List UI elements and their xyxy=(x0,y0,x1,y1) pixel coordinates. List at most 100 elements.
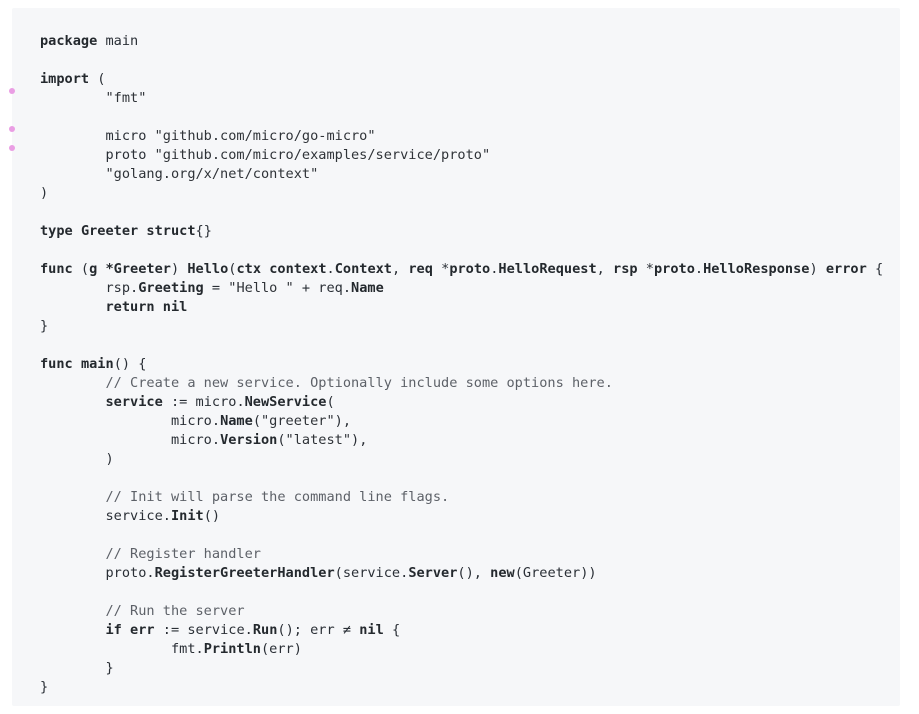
code-text: ( xyxy=(252,413,261,429)
code-text: micro. xyxy=(40,413,221,429)
code-identifier: Run xyxy=(252,622,278,638)
code-text: (), xyxy=(457,565,491,581)
code-comment: // Create a new service. Optionally incl… xyxy=(40,375,613,391)
code-keyword: if xyxy=(105,622,122,638)
code-text: , xyxy=(596,261,614,277)
code-line: "fmt" xyxy=(40,89,883,108)
code-string: "github.com/micro/examples/service/proto… xyxy=(154,147,491,163)
code-identifier: context xyxy=(269,261,327,277)
code-comment: // Run the server xyxy=(40,603,245,619)
code-identifier: main xyxy=(80,356,114,372)
code-line: return nil xyxy=(40,298,883,317)
code-text: ), xyxy=(351,432,368,448)
code-string: "latest" xyxy=(285,432,352,448)
line-marker-dot xyxy=(9,125,15,132)
code-identifier: proto xyxy=(653,261,695,277)
code-line: proto "github.com/micro/examples/service… xyxy=(40,146,883,165)
code-text: . xyxy=(326,261,335,277)
code-comment: // Register handler xyxy=(40,546,261,562)
code-keyword: error xyxy=(825,261,867,277)
code-line: service.Init() xyxy=(40,507,883,526)
code-line: // Create a new service. Optionally incl… xyxy=(40,374,883,393)
code-identifier: Greeter xyxy=(80,223,139,239)
code-text: service. xyxy=(40,508,171,524)
code-text: (err) xyxy=(260,641,302,657)
code-line: micro.Version("latest"), xyxy=(40,431,883,450)
code-string: "github.com/micro/go-micro" xyxy=(154,128,376,144)
code-line: "golang.org/x/net/context" xyxy=(40,165,883,184)
code-identifier: ctx xyxy=(236,261,262,277)
code-text: := service. xyxy=(154,622,253,638)
code-line: func main() { xyxy=(40,355,883,374)
code-identifier: Init xyxy=(170,508,204,524)
code-text: * xyxy=(637,261,654,277)
code-line: if err := service.Run(); err ≠ nil { xyxy=(40,621,883,640)
code-line: type Greeter struct{} xyxy=(40,222,883,241)
code-text: proto xyxy=(40,147,155,163)
code-identifier: proto xyxy=(449,261,491,277)
code-text: (); err ≠ xyxy=(277,622,360,638)
code-identifier: service xyxy=(105,394,163,410)
code-text: } xyxy=(40,679,49,695)
code-keyword: type xyxy=(40,223,73,239)
code-keyword: nil xyxy=(359,622,384,638)
code-text: (Greeter)) xyxy=(514,565,597,581)
code-text: ) xyxy=(809,261,826,277)
code-text: micro. xyxy=(40,432,221,448)
code-block: package main import ( "fmt" micro "github… xyxy=(40,32,883,697)
code-line: proto.RegisterGreeterHandler(service.Ser… xyxy=(40,564,883,583)
code-text: * xyxy=(432,261,450,277)
code-string: "golang.org/x/net/context" xyxy=(40,166,319,182)
code-text: { xyxy=(866,261,884,277)
code-comment: // Init will parse the command line flag… xyxy=(40,489,450,505)
code-line: micro.Name("greeter"), xyxy=(40,412,883,431)
code-line: // Run the server xyxy=(40,602,883,621)
code-keyword: struct xyxy=(146,223,196,239)
code-string: "Hello " xyxy=(228,280,294,296)
code-text: ( xyxy=(277,432,286,448)
code-line: func (g *Greeter) Hello(ctx context.Cont… xyxy=(40,260,883,279)
code-text: proto. xyxy=(40,565,155,581)
code-text: main xyxy=(97,33,139,49)
code-identifier: rsp xyxy=(613,261,638,277)
code-keyword: func xyxy=(40,356,73,372)
code-identifier: req xyxy=(408,261,433,277)
code-line: } xyxy=(40,678,883,697)
code-identifier: HelloRequest xyxy=(498,261,597,277)
code-identifier: Server xyxy=(408,565,458,581)
code-identifier: err xyxy=(130,622,155,638)
code-line: fmt.Println(err) xyxy=(40,640,883,659)
code-text: () xyxy=(203,508,221,524)
code-line: import ( xyxy=(40,70,883,89)
code-panel: package main import ( "fmt" micro "github… xyxy=(12,8,900,706)
code-text: ) xyxy=(170,261,188,277)
code-text: ), xyxy=(334,413,352,429)
code-keyword: nil xyxy=(162,299,188,315)
code-identifier: Greeting xyxy=(138,280,204,296)
code-text: } xyxy=(40,660,114,676)
code-text: () { xyxy=(113,356,147,372)
code-text: { xyxy=(383,622,401,638)
code-string: "greeter" xyxy=(261,413,335,429)
code-identifier: Println xyxy=(203,641,261,657)
code-text: ( xyxy=(326,394,335,410)
code-line: micro "github.com/micro/go-micro" xyxy=(40,127,883,146)
code-text: ) xyxy=(40,451,114,467)
code-line: service := micro.NewService( xyxy=(40,393,883,412)
code-line: ) xyxy=(40,184,883,203)
code-identifier: Version xyxy=(220,432,278,448)
code-text: rsp. xyxy=(40,280,139,296)
code-keyword: package xyxy=(40,33,98,49)
code-keyword: new xyxy=(490,565,515,581)
line-marker-dot xyxy=(9,144,15,151)
